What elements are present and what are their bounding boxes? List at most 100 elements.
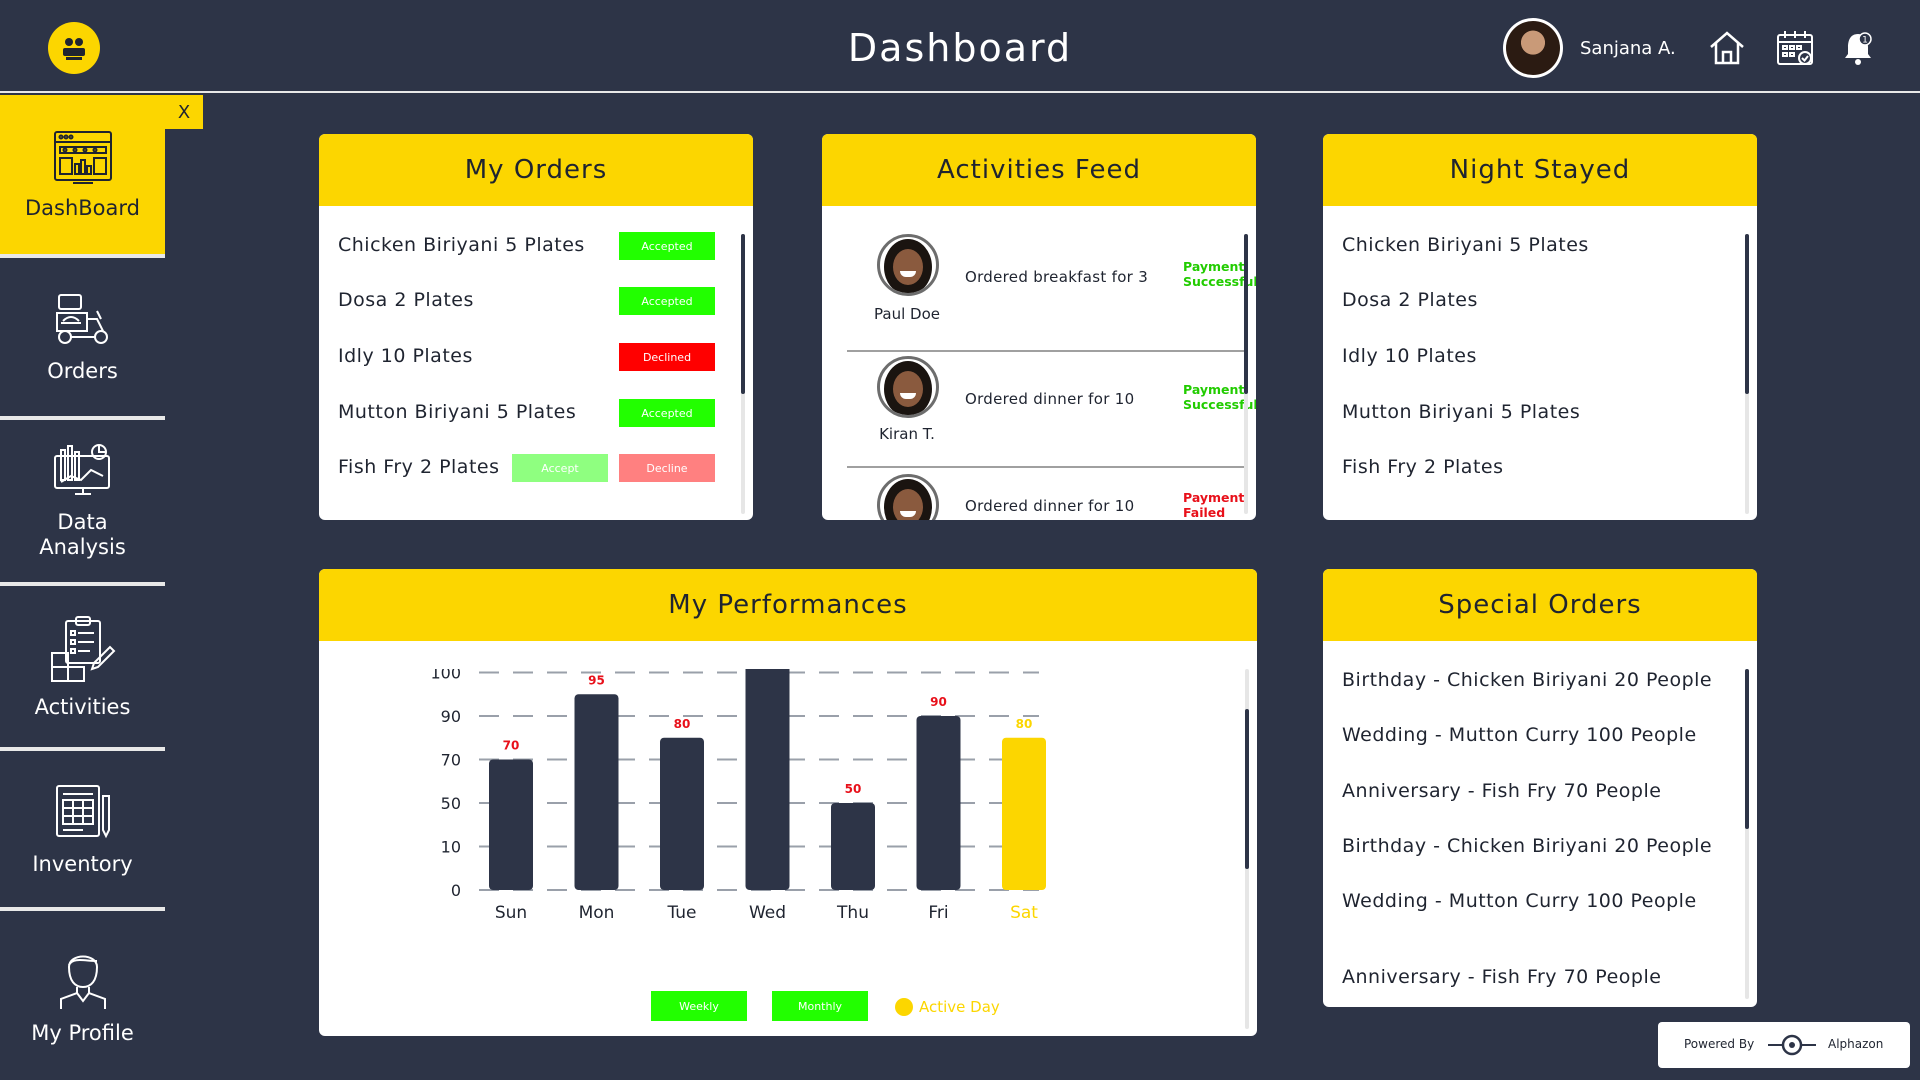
bar-value-label: 80 <box>1016 717 1033 731</box>
status-badge: Accepted <box>619 287 715 315</box>
powered-by-badge: Powered By Alphazon <box>1658 1022 1910 1068</box>
monthly-button[interactable]: Monthly <box>772 991 868 1021</box>
x-tick-label: Wed <box>749 903 786 923</box>
decline-button[interactable]: Decline <box>619 454 715 482</box>
list-item: Anniversary - Fish Fry 70 People <box>1342 780 1662 802</box>
active-day-legend-label: Active Day <box>919 998 1000 1016</box>
sidebar-item-label: My Profile <box>31 1020 134 1045</box>
y-tick-label: 0 <box>451 881 461 900</box>
feed-item[interactable]: Ordered dinner for 10 Payment Failed <box>847 470 1247 520</box>
bar-value-label: 50 <box>845 782 862 796</box>
close-sidebar-button[interactable]: X <box>165 95 203 129</box>
payment-status: Payment Failed <box>1183 490 1245 520</box>
sidebar-item-activities[interactable]: Activities <box>0 586 165 751</box>
scrollbar[interactable] <box>1245 669 1249 1029</box>
top-header: Dashboard Sanjana A. 1 <box>0 0 1920 93</box>
bar-value-label: 80 <box>674 717 691 731</box>
list-item: Anniversary - Fish Fry 70 People <box>1342 966 1662 988</box>
activities-feed-card: Activities Feed Paul Doe Ordered breakfa… <box>822 134 1256 520</box>
card-title: My Orders <box>319 134 753 206</box>
sidebar-item-dashboard[interactable]: DashBoard <box>0 95 165 258</box>
user-name[interactable]: Sanjana A. <box>1580 38 1676 59</box>
bar-sat <box>1002 737 1046 890</box>
feed-text: Ordered dinner for 10 <box>965 497 1135 515</box>
sidebar-item-label: Inventory <box>32 852 133 876</box>
list-item: Mutton Biriyani 5 Plates <box>1342 401 1581 423</box>
feed-user-name: Paul Doe <box>874 305 940 323</box>
status-badge: Accepted <box>619 399 715 427</box>
card-title: Special Orders <box>1323 569 1757 641</box>
list-item: Birthday - Chicken Biriyani 20 People <box>1342 835 1713 857</box>
scrollbar[interactable] <box>1244 234 1248 514</box>
alphazon-logo-icon <box>1768 1034 1816 1056</box>
y-tick-label: 70 <box>441 751 461 770</box>
data-analysis-icon <box>53 444 110 495</box>
bar-thu <box>831 803 875 890</box>
home-icon[interactable] <box>1707 28 1747 68</box>
feed-user-name: Kiran T. <box>879 425 935 443</box>
sidebar-item-label: Data Analysis <box>39 510 126 559</box>
bar-tue <box>660 737 704 890</box>
sidebar-item-my-profile[interactable]: My Profile <box>0 911 165 1080</box>
feed-text: Ordered dinner for 10 <box>965 390 1135 408</box>
y-tick-label: 10 <box>441 838 461 857</box>
special-orders-card: Special Orders Birthday - Chicken Biriya… <box>1323 569 1757 1007</box>
my-orders-card: My Orders Chicken Biriyani 5 Plates Acce… <box>319 134 753 520</box>
list-item: Wedding - Mutton Curry 100 People <box>1342 724 1697 746</box>
order-item: Idly 10 Plates <box>338 345 473 367</box>
list-item: Chicken Biriyani 5 Plates <box>1342 234 1589 256</box>
scrollbar[interactable] <box>1745 669 1749 999</box>
order-item: Mutton Biriyani 5 Plates <box>338 401 577 423</box>
scrollbar[interactable] <box>1745 234 1749 514</box>
bar-value-label: 90 <box>930 695 947 709</box>
inventory-icon <box>55 785 110 839</box>
y-tick-label: 90 <box>441 707 461 726</box>
powered-by-label: Powered By <box>1684 1037 1755 1051</box>
avatar[interactable] <box>1503 18 1563 78</box>
status-badge: Declined <box>619 343 715 371</box>
list-item: Wedding - Mutton Curry 100 People <box>1342 890 1697 912</box>
active-day-legend-icon <box>895 998 913 1016</box>
x-tick-label: Sun <box>495 903 527 923</box>
night-stayed-card: Night Stayed Chicken Biriyani 5 Plates D… <box>1323 134 1757 520</box>
bar-value-label: 70 <box>503 739 520 753</box>
list-item: Idly 10 Plates <box>1342 345 1477 367</box>
bar-sun <box>489 759 533 890</box>
list-item: Fish Fry 2 Plates <box>1342 456 1504 478</box>
weekly-button[interactable]: Weekly <box>651 991 747 1021</box>
sidebar-item-inventory[interactable]: Inventory <box>0 751 165 911</box>
y-tick-label: 100 <box>430 669 461 683</box>
notification-bell-icon[interactable]: 1 <box>1838 28 1878 68</box>
status-badge: Accepted <box>619 232 715 260</box>
sidebar-item-orders[interactable]: Orders <box>0 258 165 420</box>
delivery-scooter-icon <box>55 294 108 344</box>
sidebar-item-label: DashBoard <box>24 195 140 220</box>
bar-value-label: 95 <box>588 673 605 687</box>
x-tick-label: Fri <box>928 903 948 923</box>
performance-bar-chart: 01050709010070Sun95Mon80Tue110Wed50Thu90… <box>430 669 1046 923</box>
brand-name: Alphazon <box>1828 1037 1884 1051</box>
card-title: Night Stayed <box>1323 134 1757 206</box>
clipboard-icon <box>50 615 115 682</box>
sidebar-item-data-analysis[interactable]: Data Analysis <box>0 420 165 586</box>
accept-button[interactable]: Accept <box>512 454 608 482</box>
x-tick-label: Mon <box>579 903 615 923</box>
scrollbar[interactable] <box>741 234 745 514</box>
x-tick-label: Sat <box>1010 903 1038 923</box>
calendar-icon[interactable] <box>1775 28 1815 68</box>
card-title: My Performances <box>319 569 1257 641</box>
feed-item[interactable]: Kiran T. Ordered dinner for 10 Payment S… <box>847 354 1256 468</box>
feed-text: Ordered breakfast for 3 <box>965 268 1149 286</box>
order-item: Chicken Biriyani 5 Plates <box>338 234 585 256</box>
bar-fri <box>916 716 961 890</box>
avatar <box>877 356 939 418</box>
sidebar-item-label: Activities <box>34 694 131 719</box>
x-tick-label: Thu <box>836 903 869 923</box>
avatar <box>877 474 939 520</box>
feed-item[interactable]: Paul Doe Ordered breakfast for 3 Payment… <box>847 234 1256 352</box>
list-item: Birthday - Chicken Biriyani 20 People <box>1342 669 1713 691</box>
profile-icon <box>59 955 106 1009</box>
order-item: Fish Fry 2 Plates <box>338 456 500 478</box>
my-performances-card: My Performances 0 10 50 70 90 100 70 Sun 95 Mon 80… <box>319 569 1257 1036</box>
list-item: Dosa 2 Plates <box>1342 289 1478 311</box>
